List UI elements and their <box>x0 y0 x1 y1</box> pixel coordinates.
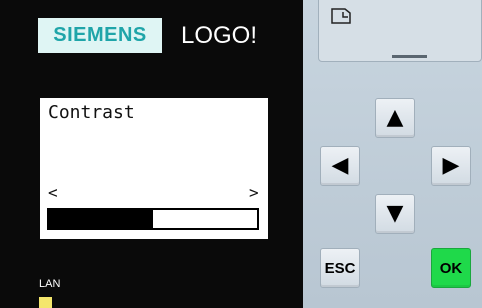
down-button[interactable]: ▼ <box>375 194 415 234</box>
contrast-bar <box>47 208 259 230</box>
left-arrow-glyph: < <box>48 183 58 202</box>
card-slot-recess <box>318 0 482 62</box>
right-arrow-glyph: > <box>249 183 259 202</box>
lcd-display: Contrast < > <box>40 98 268 239</box>
left-button[interactable]: ◀ <box>320 146 360 186</box>
brand-logo: SIEMENS <box>38 18 162 53</box>
ok-button[interactable]: OK <box>431 248 471 288</box>
contrast-bar-fill <box>49 210 153 228</box>
product-name: LOGO! <box>181 22 258 49</box>
slot-line <box>392 55 427 58</box>
esc-button[interactable]: ESC <box>320 248 360 288</box>
ok-label: OK <box>439 259 463 277</box>
esc-label: ESC <box>324 259 356 277</box>
sd-card-icon <box>331 8 351 24</box>
arrow-up-icon: ▲ <box>386 105 404 130</box>
lan-led <box>39 297 52 308</box>
device-left-panel: SIEMENS LOGO! Contrast < > LAN <box>0 0 303 308</box>
arrow-right-icon: ▶ <box>442 153 460 178</box>
lan-label: LAN <box>39 278 61 290</box>
arrow-left-icon: ◀ <box>331 153 349 178</box>
display-title: Contrast <box>48 102 135 123</box>
device-right-panel: ▲ ◀ ▶ ▼ ESC OK <box>303 0 482 308</box>
right-button[interactable]: ▶ <box>431 146 471 186</box>
arrow-down-icon: ▼ <box>386 201 404 226</box>
up-button[interactable]: ▲ <box>375 98 415 138</box>
